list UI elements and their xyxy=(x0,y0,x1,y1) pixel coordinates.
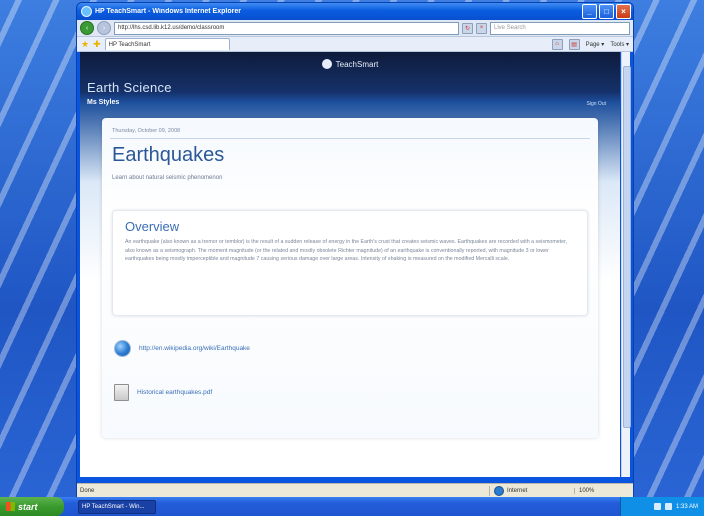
search-input[interactable]: Live Search xyxy=(490,21,630,35)
forward-button[interactable]: › xyxy=(97,21,111,35)
maximize-button[interactable]: □ xyxy=(599,4,614,19)
class-title: Earth Science xyxy=(87,80,172,95)
lesson-card: Thursday, October 09, 2008 Earthquakes L… xyxy=(102,118,598,438)
page-menu[interactable]: Page ▾ xyxy=(586,41,605,48)
teachsmart-logo-icon xyxy=(321,59,332,69)
stop-icon[interactable]: × xyxy=(476,22,487,34)
print-icon[interactable]: ▤ xyxy=(568,38,580,50)
favorites-bar: ★ ✚ HP TeachSmart ⌂ ▤ Page ▾ Tools ▾ xyxy=(77,37,633,52)
address-bar: ‹ › http://lhs.csd.lib.k12.us/demo/class… xyxy=(77,20,633,37)
home-icon[interactable]: ⌂ xyxy=(551,38,563,50)
overview-heading: Overview xyxy=(125,219,180,234)
taskbar: start HP TeachSmart - Win... 1:33 AM xyxy=(0,497,704,516)
divider xyxy=(110,138,590,139)
brand-name: TeachSmart xyxy=(335,59,379,69)
back-button[interactable]: ‹ xyxy=(80,21,94,35)
document-icon xyxy=(114,384,129,401)
status-text: Done xyxy=(80,487,95,494)
zone-label: Internet xyxy=(507,487,528,494)
url-input[interactable]: http://lhs.csd.lib.k12.us/demo/classroom xyxy=(114,21,459,35)
brand-header: TeachSmart xyxy=(80,52,620,76)
lesson-subtitle: Learn about natural seismic phenomenon xyxy=(112,175,223,181)
internet-zone-icon xyxy=(494,485,504,496)
overview-text: An earthquake (also known as a tremor or… xyxy=(125,239,568,263)
resource-link-text[interactable]: Historical earthquakes.pdf xyxy=(137,389,212,396)
security-zone: Internet xyxy=(489,485,574,496)
lesson-title: Earthquakes xyxy=(112,144,225,166)
zoom-level[interactable]: 100% xyxy=(574,487,633,494)
browser-window: HP TeachSmart - Windows Internet Explore… xyxy=(76,2,634,498)
add-favorite-icon[interactable]: ✚ xyxy=(93,39,101,50)
minimize-button[interactable]: _ xyxy=(582,4,597,19)
vertical-scrollbar[interactable] xyxy=(621,52,631,477)
resource-link-wikipedia[interactable]: http://en.wikipedia.org/wiki/Earthquake xyxy=(114,340,250,357)
start-label: start xyxy=(18,501,38,512)
lesson-date: Thursday, October 09, 2008 xyxy=(112,128,181,134)
volume-icon[interactable] xyxy=(664,503,672,510)
sign-out-link[interactable]: Sign Out xyxy=(587,101,606,107)
status-bar: Done Internet 100% xyxy=(77,483,633,497)
system-tray: 1:33 AM xyxy=(620,497,704,516)
window-title: HP TeachSmart - Windows Internet Explore… xyxy=(95,8,241,15)
clock: 1:33 AM xyxy=(675,503,698,510)
start-button[interactable]: start xyxy=(0,497,64,516)
network-icon[interactable] xyxy=(653,503,661,510)
title-bar: HP TeachSmart - Windows Internet Explore… xyxy=(77,3,633,20)
overview-panel: Overview An earthquake (also known as a … xyxy=(112,210,588,316)
close-button[interactable]: × xyxy=(616,4,631,19)
section-label: Ms Styles xyxy=(87,99,120,106)
resource-link-pdf[interactable]: Historical earthquakes.pdf xyxy=(114,384,212,401)
tools-menu[interactable]: Tools ▾ xyxy=(610,41,629,48)
taskbar-item-browser[interactable]: HP TeachSmart - Win... xyxy=(78,499,156,514)
windows-flag-icon xyxy=(6,502,15,511)
command-bar: ⌂ ▤ Page ▾ Tools ▾ xyxy=(551,38,629,50)
ie-logo-icon xyxy=(81,6,92,17)
resource-link-text[interactable]: http://en.wikipedia.org/wiki/Earthquake xyxy=(139,345,250,352)
refresh-icon[interactable]: ↻ xyxy=(462,22,473,34)
favorites-star-icon[interactable]: ★ xyxy=(81,39,89,50)
page-viewport: TeachSmart Earth Science Ms Styles Sign … xyxy=(80,52,620,477)
globe-icon xyxy=(114,340,131,357)
scroll-thumb[interactable] xyxy=(623,66,631,428)
browser-tab[interactable]: HP TeachSmart xyxy=(104,38,230,50)
